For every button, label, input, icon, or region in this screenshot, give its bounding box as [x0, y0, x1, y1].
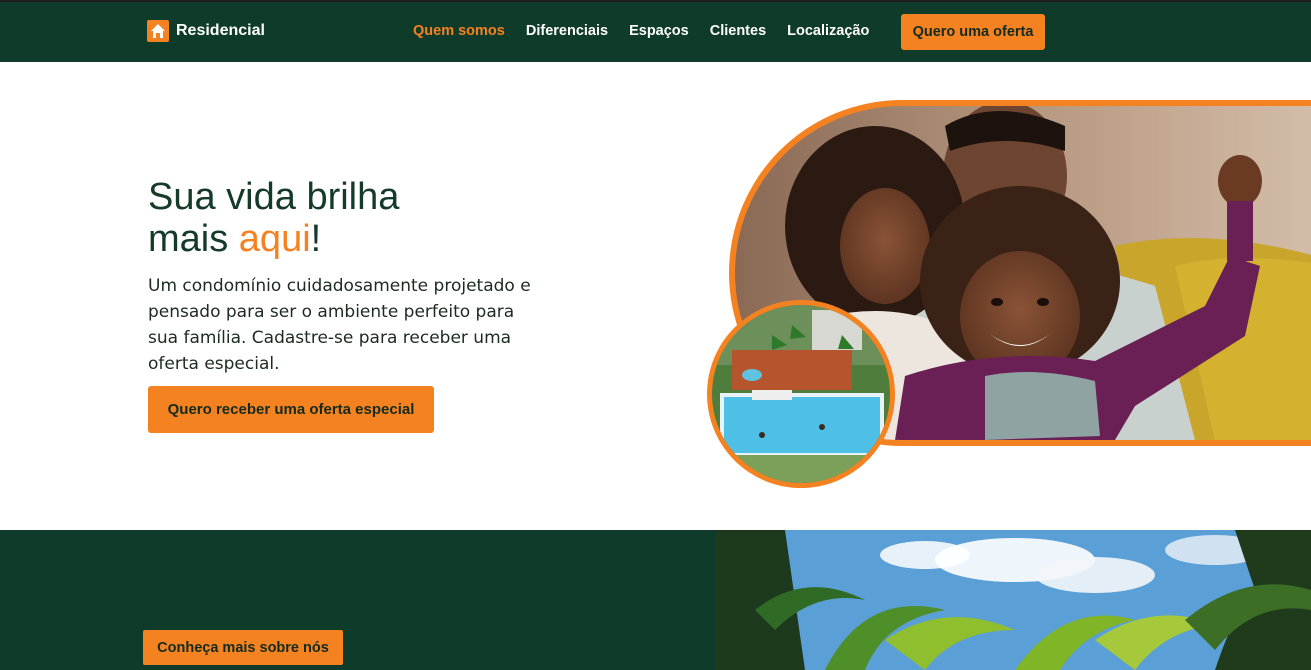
hero-title-line2-start: mais — [148, 218, 239, 260]
hero-title: Sua vida brilha mais aqui! — [148, 176, 399, 260]
main-nav: Quem somos Diferenciais Espaços Clientes… — [413, 23, 890, 39]
site-header: Residencial Quem somos Diferenciais Espa… — [0, 2, 1311, 62]
hero-title-line1: Sua vida brilha — [148, 176, 400, 218]
header-offer-button[interactable]: Quero uma oferta — [901, 14, 1045, 50]
hero-offer-button[interactable]: Quero receber uma oferta especial — [148, 386, 434, 433]
nav-item-quem-somos[interactable]: Quem somos — [413, 23, 505, 39]
nav-item-clientes[interactable]: Clientes — [710, 23, 766, 39]
house-icon — [147, 20, 169, 42]
hero-title-line2-end: ! — [310, 218, 322, 260]
nav-item-diferenciais[interactable]: Diferenciais — [526, 23, 608, 39]
logo[interactable]: Residencial — [147, 19, 265, 43]
learn-more-button[interactable]: Conheça mais sobre nós — [143, 630, 343, 665]
pool-photo-frame — [707, 300, 895, 488]
nav-item-espacos[interactable]: Espaços — [629, 23, 689, 39]
about-section: Conheça mais sobre nós — [0, 530, 715, 670]
pool-photo — [712, 305, 890, 483]
palm-trees-photo — [715, 530, 1311, 670]
hero-description: Um condomínio cuidadosamente projetado e… — [148, 276, 531, 374]
hero-title-accent: aqui — [238, 218, 311, 260]
logo-text: Residencial — [176, 22, 265, 39]
nav-item-localizacao[interactable]: Localização — [787, 23, 869, 39]
